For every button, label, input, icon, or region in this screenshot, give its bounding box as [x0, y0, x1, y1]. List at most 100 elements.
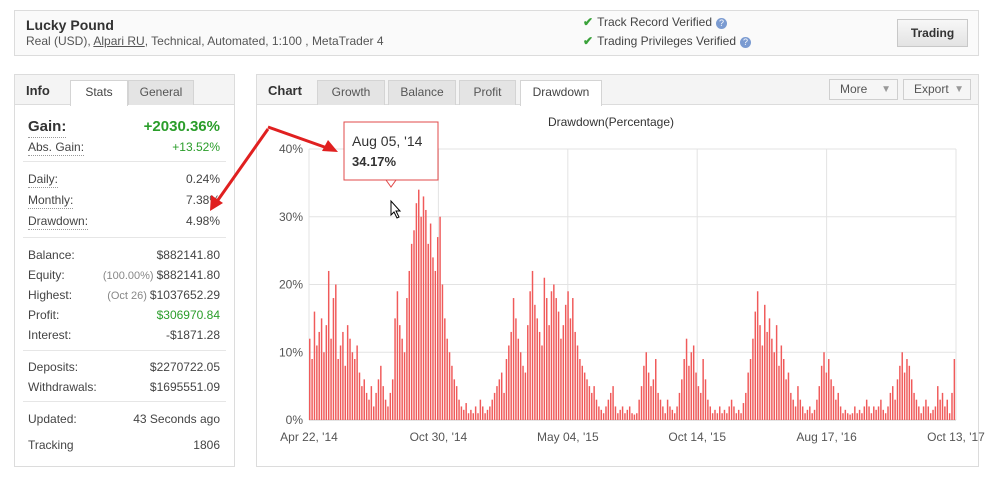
drawdown-bar: [636, 413, 638, 420]
drawdown-bar: [633, 414, 636, 420]
drawdown-bar: [600, 409, 602, 420]
drawdown-bar: [332, 298, 335, 420]
drawdown-bar: [676, 406, 678, 420]
drawdown-bar: [915, 399, 918, 420]
drawdown-bar: [934, 406, 937, 420]
drawdown-bar: [662, 406, 664, 420]
drawdown-bar: [309, 338, 311, 420]
drawdown-bar: [403, 352, 406, 420]
drawdown-bar: [652, 379, 655, 420]
drawdown-bar: [692, 345, 695, 420]
drawdown-bar: [861, 413, 863, 420]
drawdown-bar: [538, 331, 541, 420]
drawdown-bar: [749, 359, 752, 420]
drawdown-bar: [778, 365, 780, 420]
drawdown-bar: [782, 359, 785, 420]
drawdown-bar: [946, 399, 948, 420]
drawdown-bar: [704, 379, 707, 420]
drawdown-bar: [399, 325, 401, 420]
x-tick-label: May 04, '15: [537, 430, 599, 444]
drawdown-bar: [607, 399, 610, 420]
drawdown-bar: [489, 406, 491, 420]
drawdown-bar: [410, 243, 413, 420]
drawdown-bar: [522, 365, 524, 420]
drawdown-bar: [932, 409, 934, 420]
y-tick-label: 20%: [279, 278, 303, 292]
x-tick-label: Oct 30, '14: [410, 430, 468, 444]
drawdown-bar: [569, 318, 572, 421]
drawdown-bar: [363, 379, 365, 420]
drawdown-bar: [527, 325, 529, 420]
drawdown-bar: [541, 345, 543, 420]
drawdown-bar: [358, 372, 361, 420]
drawdown-bar: [683, 359, 685, 420]
drawdown-bar: [775, 325, 778, 420]
drawdown-bar: [858, 409, 861, 420]
drawdown-bar: [939, 399, 941, 420]
drawdown-bar: [761, 345, 764, 420]
drawdown-bar: [927, 406, 930, 420]
drawdown-bar: [813, 409, 816, 420]
drawdown-bar: [446, 338, 448, 420]
drawdown-bar: [496, 386, 498, 421]
drawdown-bar: [377, 379, 380, 420]
drawdown-bar: [678, 392, 681, 420]
drawdown-bar: [418, 189, 420, 420]
drawdown-bar: [854, 406, 856, 420]
drawdown-bar: [846, 413, 849, 420]
drawdown-bar: [505, 359, 508, 420]
drawdown-bar: [458, 399, 460, 420]
drawdown-bar: [728, 406, 730, 420]
drawdown-bar: [595, 399, 598, 420]
drawdown-bar: [716, 413, 719, 420]
drawdown-bar: [560, 338, 562, 420]
drawdown-bar: [396, 291, 399, 420]
drawdown-bar: [842, 413, 844, 420]
annotation-arrows: [210, 125, 338, 211]
drawdown-bar: [797, 386, 799, 421]
drawdown-bar: [562, 325, 565, 420]
drawdown-bar: [335, 284, 337, 420]
drawdown-bar: [697, 386, 700, 421]
y-tick-label: 0%: [286, 413, 304, 427]
drawdown-bar: [889, 392, 892, 420]
drawdown-bar: [384, 399, 387, 420]
drawdown-bar: [685, 338, 688, 420]
drawdown-bar: [628, 406, 631, 420]
drawdown-bar: [816, 399, 818, 420]
drawdown-bar: [555, 298, 557, 420]
drawdown-bar: [948, 413, 951, 420]
drawdown-bar: [422, 196, 425, 420]
drawdown-bar: [517, 338, 520, 420]
drawdown-bar: [425, 209, 427, 420]
drawdown-bar: [387, 406, 389, 420]
drawdown-bar: [346, 325, 349, 420]
drawdown-bar: [564, 304, 567, 420]
drawdown-bar: [557, 311, 560, 420]
drawdown-bar: [451, 365, 453, 420]
drawdown-bar: [389, 392, 392, 420]
drawdown-bar: [546, 298, 548, 420]
drawdown-bar: [574, 331, 576, 420]
drawdown-bar: [519, 352, 522, 420]
drawdown-bar: [944, 406, 946, 420]
drawdown-bar: [581, 365, 584, 420]
drawdown-bar: [591, 392, 593, 420]
drawdown-bar: [553, 284, 555, 420]
drawdown-bar: [908, 365, 911, 420]
drawdown-bar: [771, 338, 773, 420]
drawdown-bar: [937, 386, 939, 421]
drawdown-bar: [477, 413, 479, 420]
drawdown-bar: [906, 359, 908, 420]
drawdown-bar: [790, 392, 792, 420]
tooltip-box: [343, 121, 439, 181]
drawdown-bar: [887, 406, 889, 420]
drawdown-bar: [420, 216, 422, 420]
drawdown-bar: [470, 409, 472, 420]
drawdown-bar: [361, 386, 363, 421]
drawdown-bar: [666, 399, 669, 420]
drawdown-bar: [794, 406, 797, 420]
drawdown-bar: [375, 392, 377, 420]
drawdown-bar: [773, 352, 775, 420]
drawdown-bar: [491, 399, 493, 420]
